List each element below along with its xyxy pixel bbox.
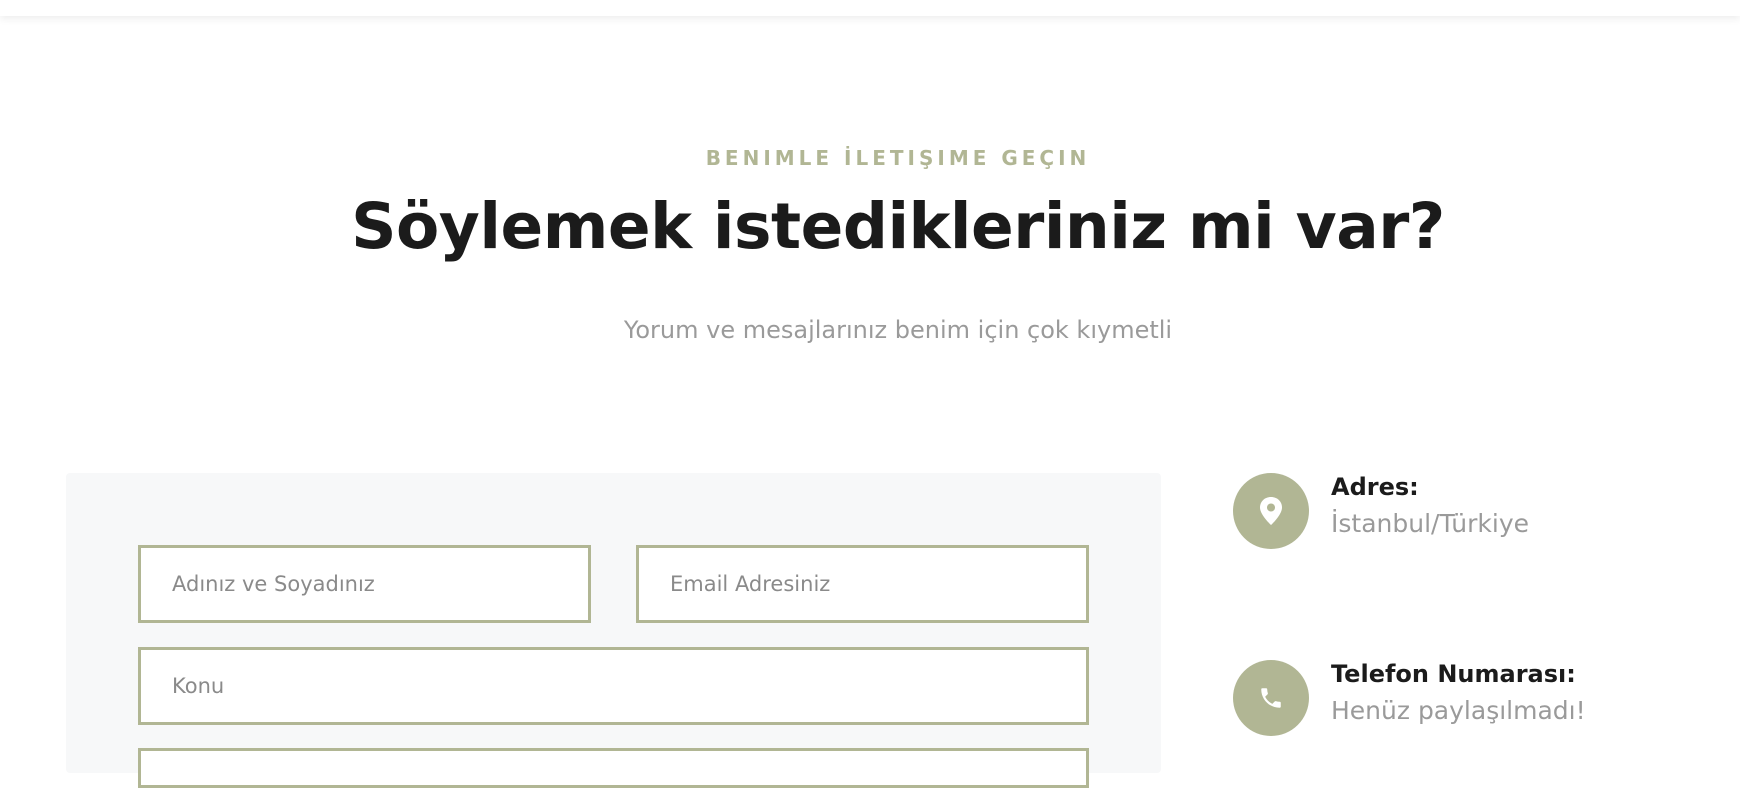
- phone-value: Henüz paylaşılmadı!: [1331, 696, 1586, 725]
- message-input[interactable]: [138, 748, 1089, 788]
- contact-form-panel: [66, 473, 1161, 773]
- address-label: Adres:: [1331, 473, 1419, 501]
- email-input[interactable]: Email Adresiniz: [636, 545, 1089, 623]
- map-pin-icon: [1233, 473, 1309, 549]
- page-title: Söylemek istedikleriniz mi var?: [351, 190, 1445, 263]
- address-value: İstanbul/Türkiye: [1331, 509, 1530, 538]
- page-subtitle: Yorum ve mesajlarınız benim için çok kıy…: [623, 316, 1173, 344]
- phone-icon: [1233, 660, 1309, 736]
- phone-label: Telefon Numarası:: [1331, 660, 1576, 688]
- subject-input[interactable]: Konu: [138, 647, 1089, 725]
- section-kicker: BENIMLE İLETIŞIME GEÇIN: [705, 146, 1091, 170]
- name-input[interactable]: Adınız ve Soyadınız: [138, 545, 591, 623]
- top-navbar-edge: [0, 0, 1740, 16]
